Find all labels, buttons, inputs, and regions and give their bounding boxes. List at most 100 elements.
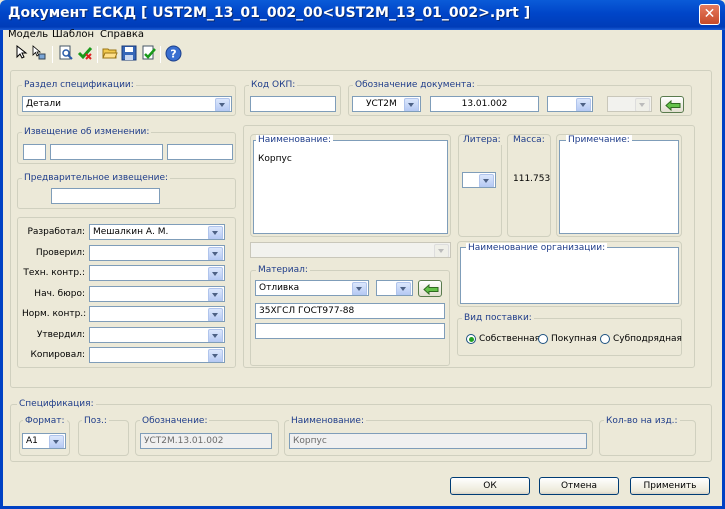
preview-icon[interactable] bbox=[57, 45, 75, 63]
mass-label: Масса: bbox=[511, 135, 547, 145]
supply-own-radio[interactable] bbox=[466, 334, 476, 344]
signature-label: Копировал: bbox=[30, 350, 85, 360]
chevron-down-icon bbox=[434, 244, 449, 257]
signature-label: Техн. контр.: bbox=[23, 268, 85, 278]
section-value: Детали bbox=[26, 99, 61, 109]
okp-input[interactable] bbox=[250, 96, 336, 112]
chevron-down-icon[interactable] bbox=[479, 174, 494, 187]
toolbar-separator bbox=[97, 46, 98, 63]
chevron-down-icon[interactable] bbox=[208, 247, 223, 260]
litera-label: Литера: bbox=[461, 135, 503, 145]
insert-designation-button[interactable] bbox=[660, 96, 684, 113]
org-label: Наименование организации: bbox=[466, 243, 608, 253]
chevron-down-icon[interactable] bbox=[208, 329, 223, 342]
designation-prefix-value: УСТ2М bbox=[366, 99, 397, 109]
toolbar-separator bbox=[52, 46, 53, 63]
change-notice-field-2[interactable] bbox=[50, 144, 163, 160]
section-label: Раздел спецификации: bbox=[22, 80, 136, 90]
supply-label: Вид поставки: bbox=[462, 313, 534, 323]
supply-subcontract-radio[interactable] bbox=[600, 334, 610, 344]
name-value: Корпус bbox=[258, 154, 292, 164]
signature-select[interactable] bbox=[89, 286, 225, 302]
menu-help[interactable]: Справка bbox=[100, 28, 144, 42]
menu-template[interactable]: Шаблон bbox=[52, 28, 94, 42]
signature-label: Норм. контр.: bbox=[22, 309, 87, 319]
help-icon[interactable]: ? bbox=[164, 45, 182, 63]
select-tree-icon[interactable] bbox=[30, 45, 48, 63]
chevron-down-icon[interactable] bbox=[49, 435, 64, 448]
designation-extra-select bbox=[607, 96, 652, 112]
designation-suffix-select[interactable] bbox=[547, 96, 593, 112]
chevron-down-icon[interactable] bbox=[396, 282, 411, 295]
chevron-down-icon[interactable] bbox=[352, 282, 367, 295]
section-select[interactable]: Детали bbox=[22, 96, 232, 112]
check-icon[interactable] bbox=[76, 45, 94, 63]
chevron-down-icon[interactable] bbox=[208, 267, 223, 280]
window-title: Документ ЕСКД [ UST2M_13_01_002_00<UST2M… bbox=[8, 5, 531, 21]
insert-material-button[interactable] bbox=[418, 280, 442, 297]
open-folder-icon[interactable] bbox=[101, 45, 119, 63]
signature-select[interactable]: Мешалкин А. М. bbox=[89, 224, 225, 240]
litera-select[interactable] bbox=[462, 172, 496, 188]
spec-format-label: Формат: bbox=[23, 416, 67, 426]
note-textarea[interactable] bbox=[559, 140, 679, 234]
pointer-icon[interactable] bbox=[12, 44, 30, 63]
signature-label: Утвердил: bbox=[36, 330, 85, 340]
spec-pos-label: Поз.: bbox=[82, 416, 109, 426]
signature-label: Разработал: bbox=[27, 227, 85, 237]
spec-qty-label: Кол-во на изд.: bbox=[604, 416, 680, 426]
material-grade-input[interactable]: 35ХГСЛ ГОСТ977-88 bbox=[255, 303, 445, 319]
mass-value: 111.753 bbox=[513, 174, 551, 184]
signature-select[interactable] bbox=[89, 327, 225, 343]
chevron-down-icon[interactable] bbox=[208, 308, 223, 321]
signature-select[interactable] bbox=[89, 347, 225, 363]
chevron-down-icon[interactable] bbox=[404, 98, 419, 111]
window-border-left bbox=[0, 30, 3, 509]
material-type-value: Отливка bbox=[259, 283, 300, 293]
preliminary-notice-input[interactable] bbox=[51, 188, 160, 204]
material-extra-input[interactable] bbox=[255, 323, 445, 339]
supply-purchased-label[interactable]: Покупная bbox=[551, 334, 597, 344]
designation-number-input[interactable]: 13.01.002 bbox=[430, 96, 539, 112]
designation-prefix-select[interactable]: УСТ2М bbox=[352, 96, 421, 112]
signature-select[interactable] bbox=[89, 265, 225, 281]
spec-format-value: A1 bbox=[26, 436, 38, 446]
material-label: Материал: bbox=[256, 265, 310, 275]
material-type-select[interactable]: Отливка bbox=[255, 280, 369, 296]
chevron-down-icon[interactable] bbox=[208, 349, 223, 362]
chevron-down-icon bbox=[635, 98, 650, 111]
spec-label: Спецификация: bbox=[17, 399, 96, 409]
okp-label: Код ОКП: bbox=[249, 80, 298, 90]
chevron-down-icon[interactable] bbox=[576, 98, 591, 111]
cancel-button[interactable]: Отмена bbox=[539, 477, 619, 495]
save-check-icon[interactable] bbox=[140, 45, 158, 63]
ok-button[interactable]: ОК bbox=[450, 477, 530, 495]
change-notice-field-3[interactable] bbox=[167, 144, 233, 160]
mass-group bbox=[507, 134, 551, 237]
save-icon[interactable] bbox=[120, 45, 138, 63]
chevron-down-icon[interactable] bbox=[208, 226, 223, 239]
preliminary-notice-label: Предварительное извещение: bbox=[22, 173, 171, 183]
supply-subcontract-label[interactable]: Субподрядная bbox=[613, 334, 682, 344]
note-label: Примечание: bbox=[566, 135, 632, 145]
spec-designation-label: Обозначение: bbox=[140, 416, 210, 426]
material-type2-select[interactable] bbox=[376, 280, 413, 296]
menu-model[interactable]: Модель bbox=[8, 28, 48, 42]
name-extra-select bbox=[250, 242, 451, 258]
toolbar-separator bbox=[160, 46, 161, 63]
signature-select[interactable] bbox=[89, 245, 225, 261]
spec-name-input: Корпус bbox=[289, 433, 587, 449]
supply-purchased-radio[interactable] bbox=[538, 334, 548, 344]
change-notice-field-1[interactable] bbox=[23, 144, 46, 160]
org-textarea[interactable] bbox=[460, 247, 679, 304]
supply-own-label[interactable]: Собственная bbox=[479, 334, 540, 344]
chevron-down-icon[interactable] bbox=[208, 288, 223, 301]
close-button[interactable]: ✕ bbox=[699, 4, 720, 25]
spec-designation-input: УСТ2М.13.01.002 bbox=[140, 433, 272, 449]
chevron-down-icon[interactable] bbox=[215, 98, 230, 111]
apply-button[interactable]: Применить bbox=[630, 477, 710, 495]
spec-format-select[interactable]: A1 bbox=[22, 433, 66, 449]
signature-select[interactable] bbox=[89, 306, 225, 322]
change-notice-label: Извещение об изменении: bbox=[22, 127, 152, 137]
name-label: Наименование: bbox=[256, 135, 333, 145]
